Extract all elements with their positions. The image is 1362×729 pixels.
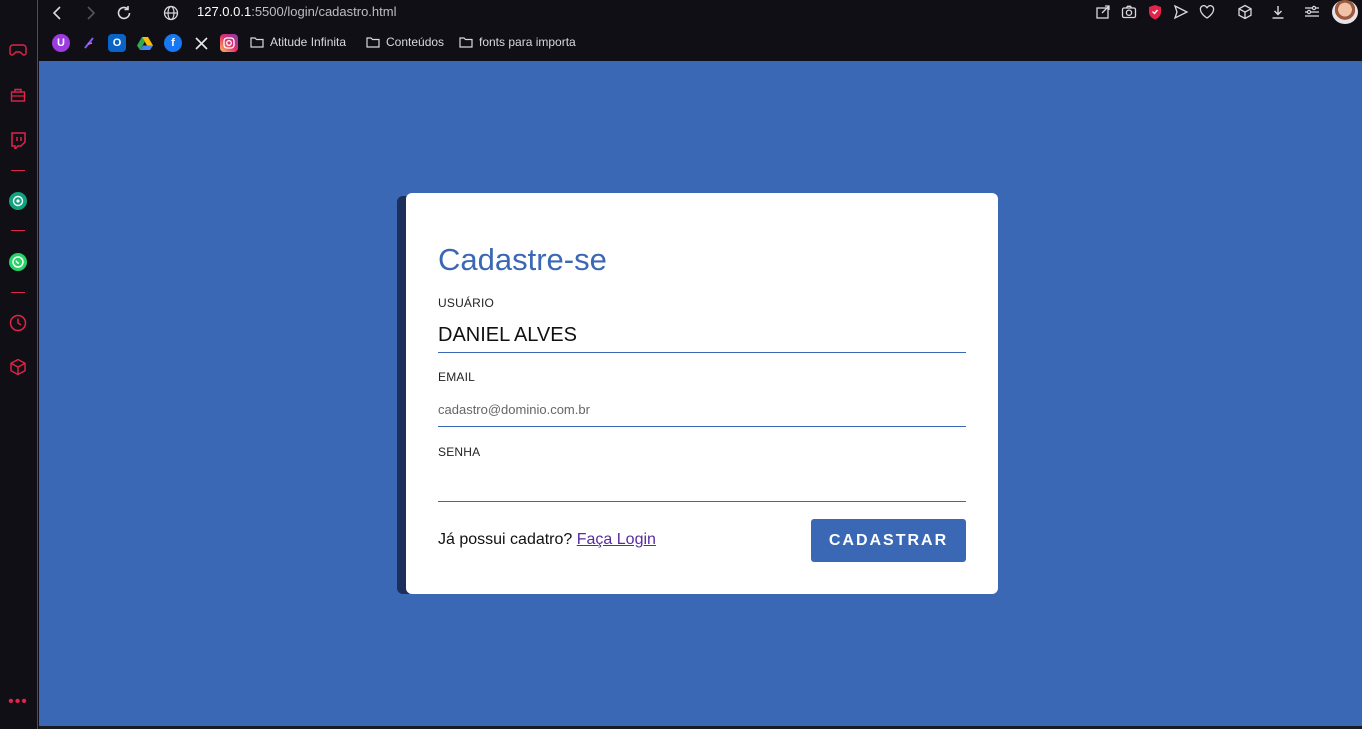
back-icon[interactable] — [47, 2, 69, 24]
browser-toolbar: 127.0.0.1:5500/login/cadastro.html — [39, 0, 1362, 28]
twitch-icon[interactable] — [8, 130, 28, 150]
profile-avatar[interactable] — [1332, 0, 1358, 24]
login-prompt: Já possui cadatro? Faça Login — [438, 531, 656, 549]
whatsapp-icon[interactable] — [8, 252, 28, 272]
send-icon[interactable] — [1171, 2, 1191, 22]
sidebar-separator — [11, 230, 25, 231]
bookmark-feather-icon[interactable] — [80, 34, 98, 52]
form-title: Cadastre-se — [438, 242, 607, 277]
extensions-cube-icon[interactable] — [1235, 2, 1255, 22]
facebook-icon[interactable]: f — [164, 34, 182, 52]
forward-icon[interactable] — [79, 2, 101, 24]
download-icon[interactable] — [1268, 2, 1288, 22]
submit-button[interactable]: CADASTRAR — [811, 519, 966, 562]
folder-icon — [459, 37, 473, 48]
password-field[interactable] — [438, 466, 966, 502]
folder-icon — [250, 37, 264, 48]
url-path: :5500/login/cadastro.html — [251, 4, 397, 19]
sidebar-separator — [11, 170, 25, 171]
shield-icon[interactable] — [1145, 2, 1165, 22]
chatgpt-icon[interactable] — [8, 191, 28, 211]
google-drive-icon[interactable] — [136, 34, 154, 52]
sidebar-separator — [11, 292, 25, 293]
sidebar-more-icon[interactable]: ••• — [8, 694, 28, 713]
camera-icon[interactable] — [1119, 2, 1139, 22]
folder-icon — [366, 37, 380, 48]
briefcase-icon[interactable] — [8, 85, 28, 105]
bookmark-folder-atitude[interactable]: Atitude Infinita — [250, 35, 346, 49]
cube-icon[interactable] — [8, 357, 28, 377]
site-info-icon[interactable] — [160, 2, 182, 24]
login-link[interactable]: Faça Login — [577, 531, 656, 548]
reload-icon[interactable] — [113, 2, 135, 24]
bookmark-folder-fonts[interactable]: fonts para importa — [459, 35, 576, 49]
history-icon[interactable] — [8, 313, 28, 333]
share-icon[interactable] — [1093, 2, 1113, 22]
email-placeholder: cadastro@dominio.com.br — [438, 402, 590, 417]
login-prompt-text: Já possui cadatro? — [438, 531, 577, 548]
bookmark-folder-conteudos[interactable]: Conteúdos — [366, 35, 444, 49]
gamepad-icon[interactable] — [8, 40, 28, 60]
x-twitter-icon[interactable] — [192, 34, 210, 52]
address-bar[interactable]: 127.0.0.1:5500/login/cadastro.html — [197, 4, 396, 19]
bookmark-folder-label: Atitude Infinita — [270, 35, 347, 49]
user-value: DANIEL ALVES — [438, 324, 577, 346]
bookmark-folder-label: Conteúdos — [386, 35, 445, 49]
signup-card: Cadastre-se USUÁRIO DANIEL ALVES EMAIL c… — [406, 193, 998, 594]
settings-sliders-icon[interactable] — [1302, 2, 1322, 22]
user-field[interactable]: DANIEL ALVES — [438, 317, 966, 353]
outlook-icon[interactable]: O — [108, 34, 126, 52]
email-label: EMAIL — [438, 370, 476, 384]
bookmark-u-icon[interactable]: U — [52, 34, 70, 52]
email-field[interactable]: cadastro@dominio.com.br — [438, 391, 966, 427]
password-label: SENHA — [438, 445, 481, 459]
heart-icon[interactable] — [1197, 2, 1217, 22]
user-label: USUÁRIO — [438, 296, 495, 310]
bookmarks-bar: U O f Atitude Infinita Conteúdos fonts p… — [39, 28, 1362, 61]
instagram-icon[interactable] — [220, 34, 238, 52]
browser-sidebar: ••• — [0, 0, 38, 729]
url-host: 127.0.0.1 — [197, 4, 252, 19]
bookmark-folder-label: fonts para importa — [479, 35, 576, 49]
